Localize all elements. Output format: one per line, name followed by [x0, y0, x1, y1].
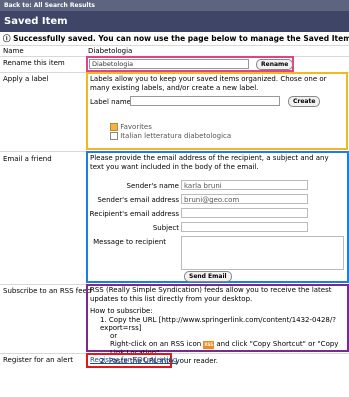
success-message: ⓘ Successfully saved. You can now use th…	[0, 32, 349, 45]
rename-button[interactable]: Rename	[256, 59, 294, 70]
register-toc-alert-link[interactable]: Register for TOC Alerting	[90, 356, 177, 364]
label-favorites-text: Favorites	[120, 123, 152, 131]
apply-label-label: Apply a label	[3, 75, 49, 83]
info-icon: ⓘ	[3, 34, 11, 43]
alert-label: Register for an alert	[3, 356, 74, 364]
label-name-input[interactable]	[130, 96, 280, 106]
rename-label: Rename this item	[3, 59, 65, 67]
recipient-label: Recipient's email address	[89, 210, 179, 218]
rss-label: Subscribe to an RSS feed	[3, 287, 92, 295]
message-field[interactable]	[181, 236, 344, 270]
rss-or: or	[110, 332, 118, 340]
send-email-button[interactable]: Send Email	[184, 271, 232, 282]
email-description: Please provide the email address of the …	[90, 154, 329, 171]
rss-how-to: How to subscribe:	[90, 307, 153, 315]
label-checkbox-italian[interactable]	[110, 132, 118, 140]
label-description: Labels allow you to keep your saved item…	[90, 75, 327, 92]
message-label: Message to recipient	[93, 238, 166, 246]
label-name-label: Label name:	[90, 98, 134, 106]
rename-input[interactable]	[89, 59, 249, 69]
subject-field[interactable]	[181, 222, 308, 232]
name-label: Name	[3, 47, 24, 55]
label-italian-text: Italian letteratura diabetologica	[120, 132, 232, 140]
sender-email-field[interactable]: bruni@geo.com	[181, 194, 308, 204]
recipient-field[interactable]	[181, 208, 308, 218]
sender-name-label: Sender's name	[126, 182, 179, 190]
rss-step-1: 1. Copy the URL [http://www.springerlink…	[100, 316, 336, 332]
success-text: Successfully saved. You can now use the …	[13, 34, 349, 43]
rss-alt-text: Right-click on an RSS icon	[110, 340, 202, 348]
label-item-favorites[interactable]: Favorites	[110, 123, 152, 131]
label-checkbox-favorites[interactable]	[110, 123, 118, 131]
rss-description: RSS (Really Simple Syndication) feeds al…	[90, 286, 332, 303]
email-label: Email a friend	[3, 155, 52, 163]
back-link[interactable]: Back to: All Search Results	[0, 0, 349, 11]
name-value: Diabetologia	[88, 47, 133, 55]
sender-email-label: Sender's email address	[97, 196, 179, 204]
label-item-italian[interactable]: Italian letteratura diabetologica	[110, 132, 231, 140]
subject-label: Subject	[152, 224, 179, 232]
rss-step-1-text: Copy the URL [http://www.springerlink.co…	[100, 316, 336, 332]
rss-icon[interactable]: RSS	[203, 341, 215, 349]
create-button[interactable]: Create	[288, 96, 321, 107]
sender-name-field[interactable]: karla bruni	[181, 180, 308, 190]
page-title: Saved Item	[0, 11, 349, 32]
